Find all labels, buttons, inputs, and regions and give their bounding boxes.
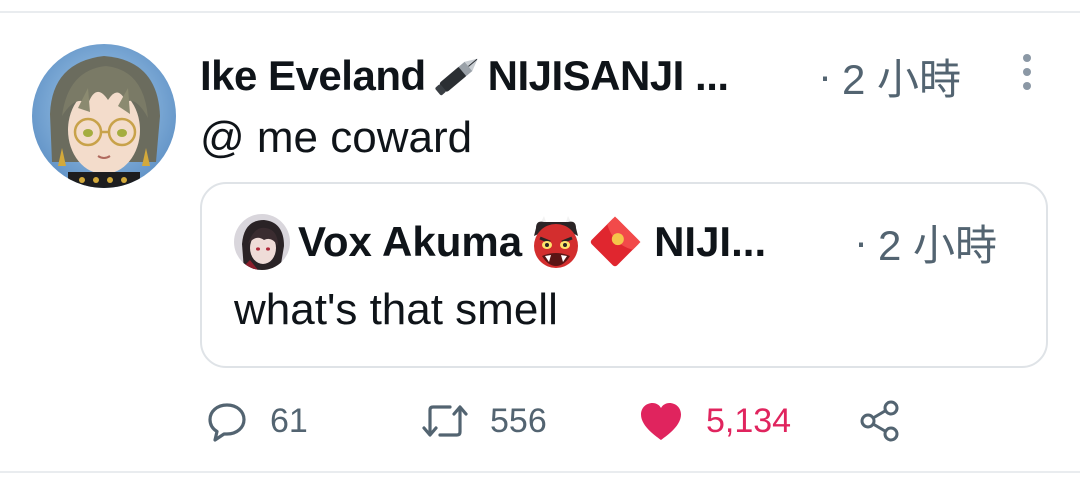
quoted-affiliation: NIJI... [654, 218, 767, 265]
share-nodes-icon [860, 400, 899, 442]
reply-button[interactable]: 61 [206, 398, 308, 444]
retweet-button[interactable]: 556 [422, 398, 547, 444]
reply-count: 61 [270, 401, 308, 440]
fountain-pen-icon [428, 51, 486, 101]
top-divider [0, 11, 1080, 13]
quoted-author-avatar [234, 214, 290, 270]
retweet-count: 556 [490, 401, 547, 440]
retweet-arrows-icon [422, 405, 468, 437]
author-affiliation: NIJISANJI ... [487, 52, 729, 99]
quoted-time-separator: · [854, 218, 868, 265]
ogre-mask-icon [528, 214, 584, 270]
heart-icon [641, 403, 681, 440]
quoted-time-label: 2 小時 [878, 221, 998, 269]
bottom-divider [0, 471, 1080, 473]
quoted-tweet-text: what's that smell [234, 285, 558, 334]
red-envelope-icon [588, 215, 642, 269]
quoted-tweet-card[interactable]: Vox Akuma NIJI... · 2 小時 what's that sme… [200, 182, 1048, 368]
like-count: 5,134 [706, 401, 792, 440]
tweet-text: @ me coward [200, 113, 473, 162]
author-display-name: Ike Eveland [200, 52, 426, 99]
share-button[interactable] [858, 398, 924, 444]
tweet-timestamp[interactable]: · 2 小時 [818, 50, 961, 103]
quoted-display-name: Vox Akuma [298, 218, 523, 265]
speech-bubble-icon [208, 403, 246, 442]
like-button[interactable]: 5,134 [638, 398, 791, 444]
author-name[interactable]: Ike Eveland NIJISANJI ... [200, 50, 729, 102]
author-avatar[interactable] [32, 44, 176, 188]
time-separator: · [818, 52, 832, 99]
time-label: 2 小時 [842, 55, 962, 103]
quoted-author-name: Vox Akuma NIJI... [298, 216, 766, 268]
quoted-timestamp: · 2 小時 [854, 216, 997, 269]
more-options-icon[interactable] [1012, 52, 1042, 92]
